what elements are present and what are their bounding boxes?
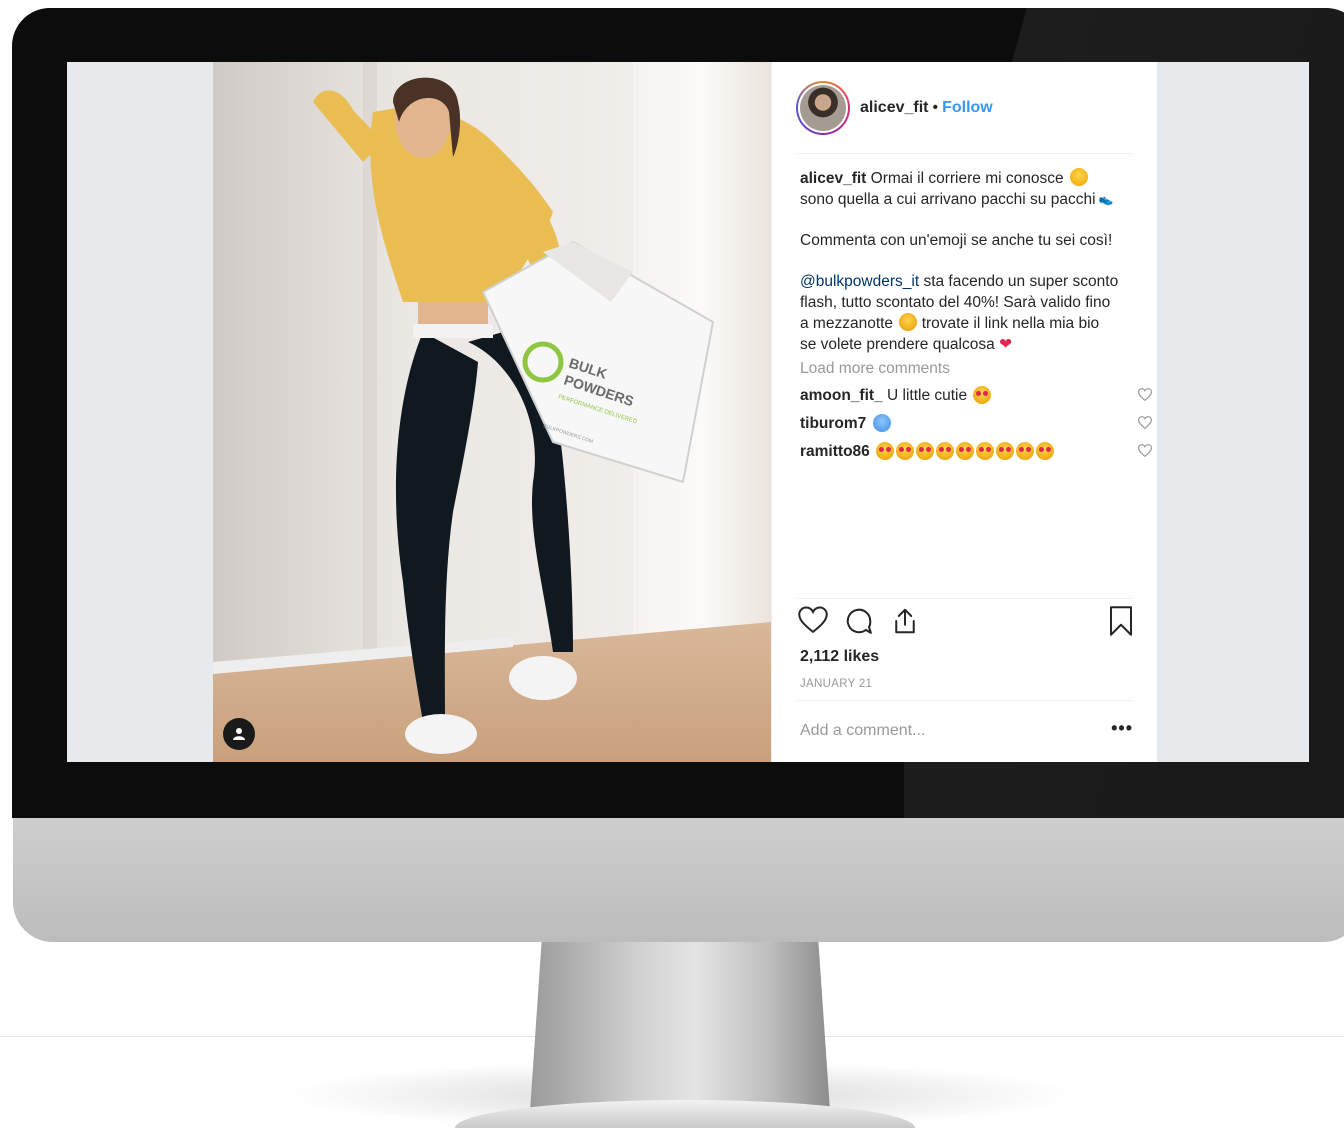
caption-paragraph-2: Commenta con un'emoji se anche tu sei co… — [800, 232, 1113, 249]
comments-area: alicev_fit Ormai il corriere mi conosce … — [800, 168, 1152, 465]
post-actions — [796, 606, 1136, 644]
more-options-button[interactable]: ••• — [1111, 718, 1133, 739]
heart-eyes-emoji-icon — [1036, 442, 1055, 460]
monitor-stand — [530, 936, 830, 1111]
comment-like-heart-icon[interactable] — [1138, 416, 1152, 429]
avatar[interactable] — [796, 81, 850, 135]
grinning-emoji-icon — [1069, 168, 1088, 186]
comment-username[interactable]: tiburom7 — [800, 413, 866, 434]
caption-paragraph-3-line-1: flash, tutto scontato del 40%! Sarà vali… — [800, 294, 1111, 311]
comment-username[interactable]: ramitto86 — [800, 441, 870, 462]
caption-paragraph-3-line-4: se volete prendere qualcosa — [800, 336, 995, 353]
post-photo[interactable]: BULK POWDERS PERFORMANCE DELIVERED BULKP… — [213, 62, 771, 762]
mention-link[interactable]: @bulkpowders_it — [800, 273, 919, 290]
caption-paragraph-3-rest: sta facendo un super sconto — [919, 273, 1119, 290]
header-separator: • — [932, 99, 939, 116]
heart-eyes-emoji-icon — [896, 442, 915, 460]
caption: alicev_fit Ormai il corriere mi conosce … — [800, 168, 1140, 210]
shoes-emoji-icon: 👟 — [1098, 192, 1114, 206]
heart-eyes-emoji-icon — [956, 442, 975, 460]
comment-row: tiburom7 — [800, 409, 1152, 437]
comment-row: ramitto86 — [800, 437, 1152, 465]
share-icon[interactable] — [890, 606, 920, 636]
post-side-panel: alicev_fit • Follow alicev_fit Ormai il … — [771, 62, 1157, 762]
heart-emoji-icon: ❤ — [999, 336, 1013, 353]
add-comment-input[interactable]: Add a comment... — [800, 722, 925, 740]
comment-icon[interactable] — [844, 606, 874, 636]
actions-divider — [796, 598, 1133, 599]
comment-like-heart-icon[interactable] — [1138, 444, 1152, 457]
comment-username[interactable]: amoon_fit_ — [800, 385, 883, 406]
post-date[interactable]: JANUARY 21 — [800, 678, 872, 690]
heart-eyes-emoji-icon — [916, 442, 935, 460]
user-tag-icon[interactable] — [223, 718, 255, 750]
follow-button[interactable]: Follow — [942, 99, 993, 117]
heart-eyes-emoji-icon — [973, 386, 992, 404]
caption-paragraph-3: @bulkpowders_it sta facendo un super sco… — [800, 271, 1140, 355]
post-photo-illustration: BULK POWDERS PERFORMANCE DELIVERED BULKP… — [213, 62, 771, 762]
caption-line-1: Ormai il corriere mi conosce — [870, 170, 1064, 187]
load-more-comments-link[interactable]: Load more comments — [800, 357, 1140, 381]
avatar-image — [800, 85, 846, 131]
caption-line-2: sono quella a cui arrivano pacchi su pac… — [800, 191, 1096, 208]
heart-eyes-emoji-icon — [1016, 442, 1035, 460]
caption-paragraph-3-line-2: a mezzanotte — [800, 315, 894, 332]
astonished-emoji-icon — [899, 313, 918, 331]
screen: BULK POWDERS PERFORMANCE DELIVERED BULKP… — [67, 62, 1309, 762]
post-header: alicev_fit • Follow — [772, 62, 1157, 154]
header-divider — [796, 153, 1133, 154]
comment-text: U little cutie — [887, 386, 968, 404]
caption-paragraph-3-line-3: trovate il link nella mia bio — [921, 315, 1100, 332]
caption-username[interactable]: alicev_fit — [800, 170, 866, 187]
comment-like-heart-icon[interactable] — [1138, 388, 1152, 401]
screaming-emoji-icon — [872, 414, 891, 432]
heart-eyes-emoji-icon — [976, 442, 995, 460]
comment-row: amoon_fit_ U little cutie — [800, 381, 1152, 409]
likes-count[interactable]: 2,112 likes — [800, 648, 879, 666]
heart-eyes-emoji-icon — [936, 442, 955, 460]
heart-eyes-emoji-icon — [996, 442, 1015, 460]
heart-icon[interactable] — [798, 606, 828, 634]
footer-divider — [796, 700, 1133, 701]
bookmark-icon[interactable] — [1108, 606, 1134, 636]
monitor-mockup: BULK POWDERS PERFORMANCE DELIVERED BULKP… — [0, 0, 1344, 1128]
heart-eyes-emoji-icon — [876, 442, 895, 460]
header-username[interactable]: alicev_fit — [860, 99, 928, 117]
